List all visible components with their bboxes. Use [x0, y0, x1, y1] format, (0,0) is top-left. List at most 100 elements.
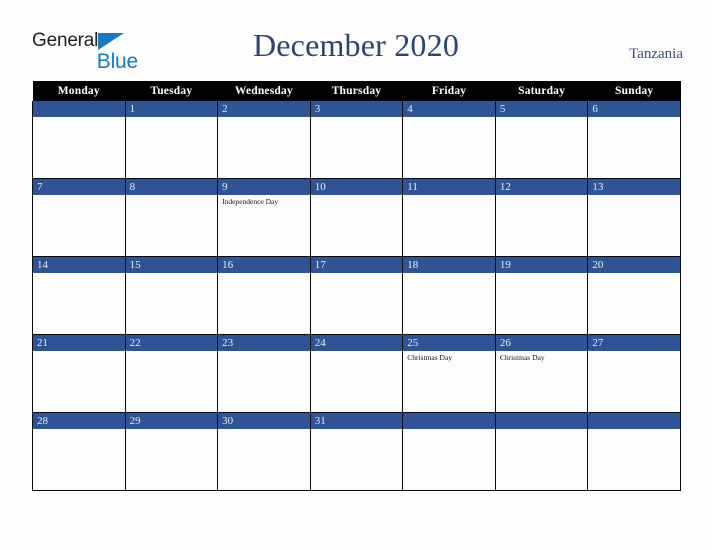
- weekday-header-saturday: Saturday: [495, 81, 588, 101]
- day-events: [218, 429, 310, 431]
- day-events: [126, 429, 218, 431]
- weekday-header-monday: Monday: [32, 81, 126, 101]
- calendar-day-cell[interactable]: 22: [124, 334, 219, 413]
- calendar-day-cell[interactable]: 30: [217, 412, 311, 491]
- day-events: [126, 351, 218, 353]
- page-header: General Blue December 2020 Tanzania: [0, 0, 712, 81]
- calendar-day-cell[interactable]: 9 Independence Day: [217, 178, 311, 257]
- day-number: 27: [588, 335, 680, 351]
- day-events: [496, 429, 588, 431]
- day-events: [311, 351, 403, 353]
- day-events: [33, 117, 125, 119]
- weekday-header-row: Monday Tuesday Wednesday Thursday Friday Satu…: [32, 81, 681, 101]
- day-number: 26: [495, 335, 588, 351]
- calendar-day-cell[interactable]: 19: [494, 256, 589, 335]
- calendar-header-row: Monday Tuesday Wednesday Thursday Friday Satu…: [32, 81, 681, 101]
- day-events: [33, 273, 125, 275]
- day-number: 14: [33, 257, 125, 273]
- day-events: [311, 117, 403, 119]
- day-events: [218, 117, 310, 119]
- calendar-week-row: 21 22 23 24 25 Christmas Day 26 Christmas Day 27: [32, 334, 681, 413]
- day-events: [311, 195, 403, 197]
- holiday-label: Christmas Day: [499, 353, 545, 362]
- day-number: 29: [125, 413, 218, 429]
- day-number: 9: [218, 179, 310, 195]
- day-events: [218, 351, 310, 353]
- calendar-day-cell[interactable]: 25 Christmas Day: [402, 334, 496, 413]
- day-number: 12: [495, 179, 588, 195]
- calendar-empty-cell: [494, 412, 589, 491]
- calendar-day-cell[interactable]: 15: [124, 256, 219, 335]
- calendar-empty-cell: [402, 412, 496, 491]
- day-number: 11: [403, 179, 495, 195]
- weekday-header-tuesday: Tuesday: [125, 81, 218, 101]
- calendar-empty-cell: [587, 412, 681, 491]
- calendar-day-cell[interactable]: 23: [217, 334, 311, 413]
- calendar-day-cell[interactable]: 13: [587, 178, 681, 257]
- holiday-label: Independence Day: [222, 197, 279, 206]
- day-number: [588, 413, 680, 429]
- day-number: 7: [33, 179, 125, 195]
- calendar-day-cell[interactable]: 28: [32, 412, 126, 491]
- day-number: 13: [588, 179, 680, 195]
- day-number: 28: [33, 413, 125, 429]
- calendar-day-cell[interactable]: 29: [124, 412, 219, 491]
- calendar-day-cell[interactable]: 5: [494, 101, 589, 179]
- day-number: 10: [310, 179, 403, 195]
- day-events: [403, 117, 495, 119]
- day-events: [403, 429, 495, 431]
- calendar-day-cell[interactable]: 2: [217, 101, 311, 179]
- day-events: [496, 273, 588, 275]
- day-events: [496, 195, 588, 197]
- calendar-day-cell[interactable]: 26 Christmas Day: [494, 334, 589, 413]
- calendar-day-cell[interactable]: 10: [309, 178, 404, 257]
- day-number: 19: [495, 257, 588, 273]
- day-events: [588, 351, 680, 353]
- day-number: [495, 413, 588, 429]
- holiday-label: Christmas Day: [407, 353, 453, 362]
- day-events: [403, 195, 495, 197]
- calendar-empty-cell: [32, 101, 126, 179]
- weekday-header-thursday: Thursday: [310, 81, 403, 101]
- calendar-day-cell[interactable]: 24: [309, 334, 404, 413]
- day-number: [403, 413, 495, 429]
- day-number: 3: [310, 101, 403, 117]
- day-number: 15: [125, 257, 218, 273]
- day-number: 21: [33, 335, 125, 351]
- day-number: 1: [125, 101, 218, 117]
- calendar-day-cell[interactable]: 1: [124, 101, 219, 179]
- calendar-day-cell[interactable]: 6: [587, 101, 681, 179]
- calendar-week-row: 28 29 30 31: [32, 412, 681, 491]
- page-title: December 2020: [252, 27, 460, 63]
- calendar-day-cell[interactable]: 4: [402, 101, 496, 179]
- day-events: [588, 117, 680, 119]
- day-number: 17: [310, 257, 403, 273]
- calendar-day-cell[interactable]: 11: [402, 178, 496, 257]
- calendar-day-cell[interactable]: 3: [309, 101, 404, 179]
- calendar-day-cell[interactable]: 31: [309, 412, 404, 491]
- day-events: [126, 195, 218, 197]
- day-number: 2: [218, 101, 310, 117]
- day-events: [311, 429, 403, 431]
- calendar-day-cell[interactable]: 12: [494, 178, 589, 257]
- calendar-day-cell[interactable]: 14: [32, 256, 126, 335]
- day-events: [126, 273, 218, 275]
- day-number: 22: [125, 335, 218, 351]
- calendar-day-cell[interactable]: 21: [32, 334, 126, 413]
- day-events: [126, 117, 218, 119]
- calendar-day-cell[interactable]: 16: [217, 256, 311, 335]
- calendar-day-cell[interactable]: 17: [309, 256, 404, 335]
- calendar-day-cell[interactable]: 27: [587, 334, 681, 413]
- calendar-day-cell[interactable]: 18: [402, 256, 496, 335]
- calendar-day-cell[interactable]: 8: [124, 178, 219, 257]
- day-events: [588, 273, 680, 275]
- weekday-header-friday: Friday: [402, 81, 496, 101]
- day-number: 4: [403, 101, 495, 117]
- day-number: 20: [588, 257, 680, 273]
- calendar-day-cell[interactable]: 7: [32, 178, 126, 257]
- day-events: [33, 351, 125, 353]
- day-events: Independence Day: [218, 195, 310, 207]
- weekday-header-sunday: Sunday: [587, 81, 681, 101]
- day-number: 24: [310, 335, 403, 351]
- calendar-day-cell[interactable]: 20: [587, 256, 681, 335]
